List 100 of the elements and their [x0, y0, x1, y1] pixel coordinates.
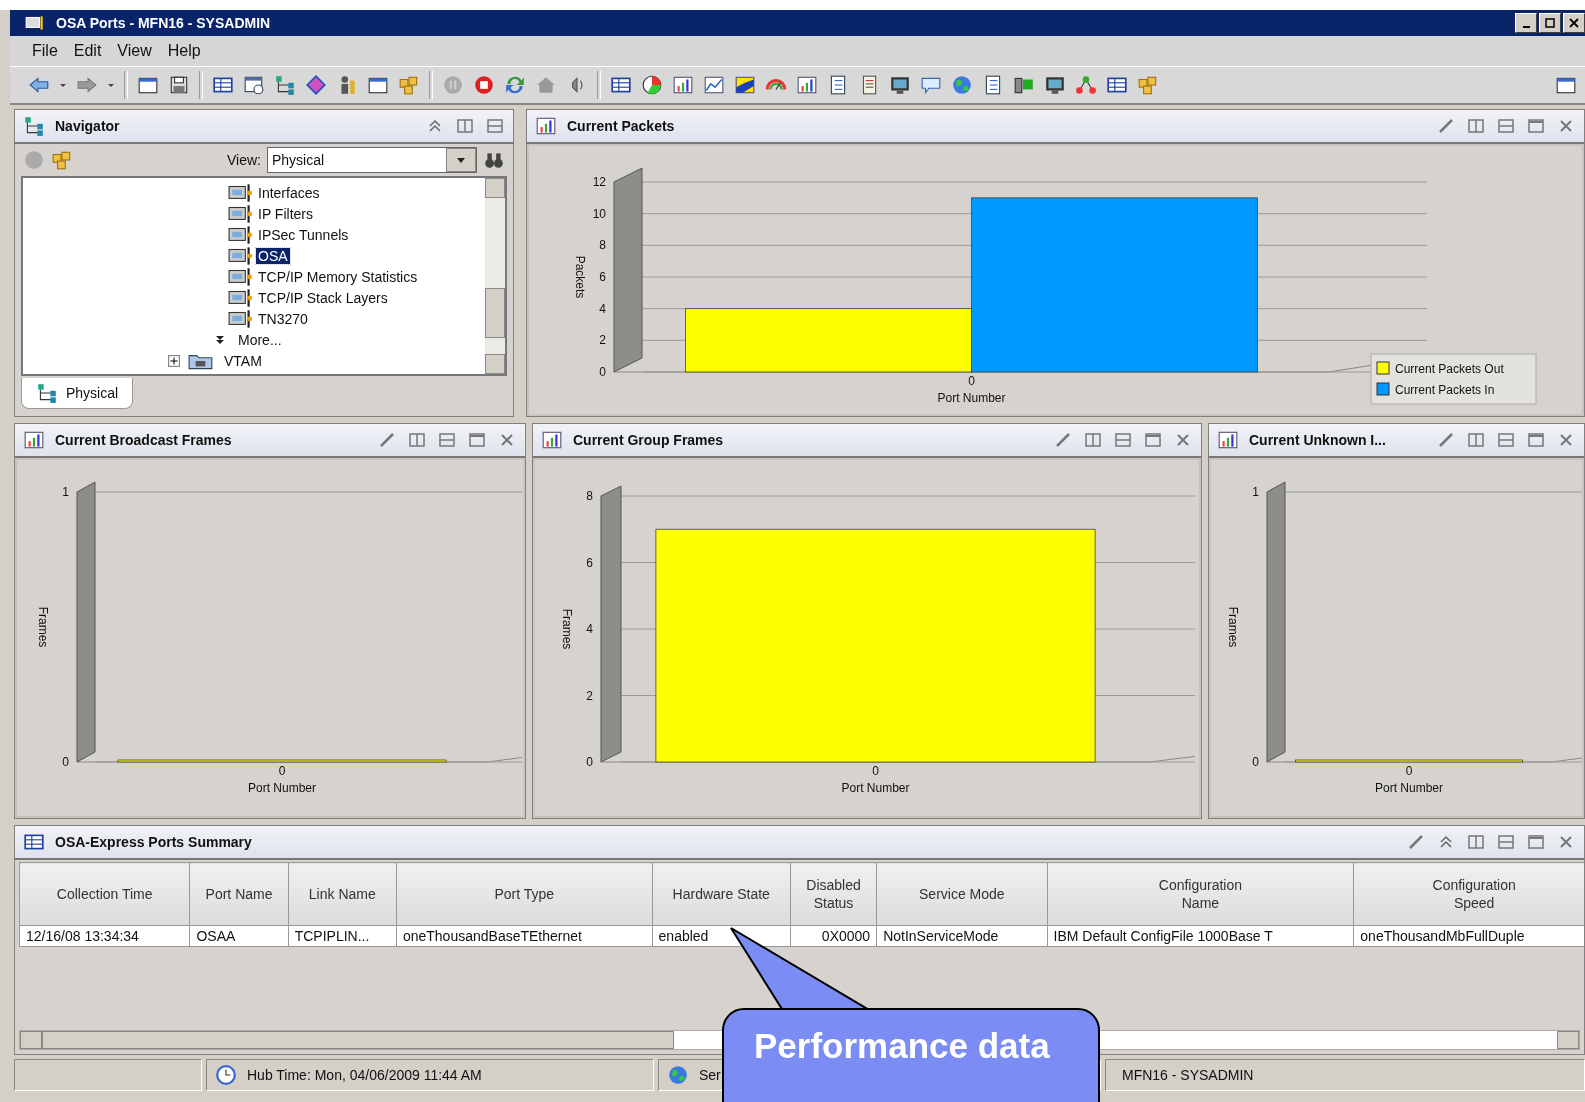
column-header[interactable]: Link Name — [288, 862, 397, 926]
minimize-button[interactable] — [1515, 13, 1537, 33]
axis-tick-label: 0 — [586, 755, 593, 769]
bar-chart-icon — [541, 429, 563, 451]
column-header[interactable]: Service Mode — [876, 862, 1048, 926]
tree-icon[interactable] — [274, 74, 296, 96]
tab[interactable]: Physical — [21, 378, 134, 409]
calendar-icon[interactable] — [243, 74, 265, 96]
split-vertical-icon[interactable] — [1466, 832, 1486, 852]
tree-item[interactable]: IP Filters — [256, 206, 315, 222]
table-cell: IBM Default ConfigFile 1000Base T — [1047, 925, 1354, 947]
axis-tick-label: 2 — [586, 688, 593, 703]
axis-tick-label: 0 — [599, 365, 606, 379]
axis-tick-label: 6 — [586, 555, 593, 570]
bar-chart-icon[interactable] — [796, 74, 818, 96]
tree-item[interactable]: TN3270 — [256, 311, 310, 327]
maximize-icon[interactable] — [1526, 832, 1546, 852]
stop-icon[interactable] — [473, 74, 495, 96]
split-vertical-icon[interactable] — [1466, 430, 1486, 450]
bar-chart-icon — [1217, 429, 1239, 451]
split-horizontal-icon[interactable] — [485, 116, 505, 136]
tree-icon — [36, 382, 58, 404]
tree-item[interactable]: VTAM — [222, 353, 264, 369]
node-icon — [228, 289, 254, 307]
diamond-icon[interactable] — [305, 74, 327, 96]
tree-item[interactable]: More... — [236, 332, 284, 348]
table-cell: oneThousandBaseTEthernet — [396, 925, 653, 947]
split-horizontal-icon[interactable] — [437, 430, 457, 450]
column-header[interactable]: Hardware State — [652, 862, 791, 926]
cubes-icon[interactable] — [398, 74, 420, 96]
double-arrow-icon — [214, 334, 226, 346]
pie-chart-icon[interactable] — [641, 74, 663, 96]
globe-icon — [667, 1064, 689, 1086]
panel-title: Current Group Frames — [573, 432, 724, 448]
menu-item[interactable]: File — [26, 40, 64, 62]
maximize-icon[interactable] — [467, 430, 487, 450]
menu-item[interactable]: Edit — [67, 40, 108, 62]
maximize-icon[interactable] — [1526, 430, 1546, 450]
cubes-icon[interactable] — [1137, 74, 1159, 96]
tree-item[interactable]: IPSec Tunnels — [256, 227, 351, 243]
x-axis-label: Port Number — [248, 781, 316, 795]
node-icon — [228, 310, 254, 328]
panel-title: Current Packets — [567, 118, 675, 134]
back-arrow-icon[interactable] — [28, 74, 50, 96]
column-header[interactable]: Disabled Status — [790, 862, 877, 926]
split-horizontal-icon[interactable] — [1496, 116, 1516, 136]
maximize-icon[interactable] — [1143, 430, 1163, 450]
globe-icon[interactable] — [951, 74, 973, 96]
node-icon — [228, 268, 254, 286]
bar-chart-icon — [535, 115, 557, 137]
tree-item[interactable]: Interfaces — [256, 185, 322, 201]
axis-tick-label: 0 — [968, 374, 975, 388]
tree-item[interactable]: OSA — [256, 248, 290, 264]
tree-item[interactable]: TCP/IP Stack Layers — [256, 290, 390, 306]
axis-tick-label: 0 — [872, 764, 879, 778]
monitor-icon[interactable] — [1044, 74, 1066, 96]
split-horizontal-icon[interactable] — [1496, 832, 1516, 852]
close-icon — [1569, 18, 1579, 28]
y-axis-label: Frames — [36, 606, 50, 648]
maximize-button[interactable] — [1539, 13, 1561, 33]
scrollbar[interactable] — [485, 178, 505, 374]
column-header[interactable]: Port Name — [189, 862, 289, 926]
split-vertical-icon[interactable] — [1083, 430, 1103, 450]
window-title: OSA Ports - MFN16 - SYSADMIN — [56, 15, 271, 31]
maximize-icon — [1545, 18, 1555, 28]
close-button[interactable] — [1563, 13, 1585, 33]
menu-item[interactable]: Help — [161, 40, 207, 62]
cubes-icon[interactable] — [51, 149, 73, 171]
split-vertical-icon[interactable] — [407, 430, 427, 450]
tree-item[interactable]: TCP/IP Memory Statistics — [256, 269, 420, 285]
column-header[interactable]: Configuration Speed — [1353, 862, 1584, 926]
axis-tick-label: 4 — [586, 622, 593, 636]
column-header[interactable]: Port Type — [396, 862, 653, 926]
forward-arrow-icon[interactable] — [76, 74, 98, 96]
bar-chart-icon[interactable] — [672, 74, 694, 96]
save-icon[interactable] — [168, 74, 190, 96]
table-cell: 12/16/08 13:34:34 — [19, 925, 190, 947]
axis-tick-label: 1 — [62, 485, 69, 499]
panel-title: Current Broadcast Frames — [55, 432, 232, 448]
line-chart-icon[interactable] — [703, 74, 725, 96]
column-header[interactable]: Collection Time — [19, 862, 190, 926]
split-horizontal-icon[interactable] — [1496, 430, 1516, 450]
maximize-icon[interactable] — [1526, 116, 1546, 136]
node-icon — [228, 184, 254, 202]
refresh-icon[interactable] — [504, 74, 526, 96]
expand-toggle[interactable] — [168, 355, 180, 367]
split-vertical-icon[interactable] — [1466, 116, 1486, 136]
axis-tick-label: 0 — [1405, 764, 1413, 778]
view-dropdown[interactable]: Physical — [267, 147, 477, 173]
y-axis-label: Frames — [560, 608, 574, 650]
axis-tick-label: 10 — [592, 206, 606, 221]
area-chart-icon[interactable] — [734, 74, 756, 96]
axis-tick-label: 1 — [1252, 485, 1259, 499]
split-vertical-icon[interactable] — [455, 116, 475, 136]
menu-item[interactable]: View — [111, 40, 158, 62]
folder-icon — [188, 352, 214, 370]
column-header[interactable]: Configuration Name — [1047, 862, 1354, 926]
monitor-icon[interactable] — [889, 74, 911, 96]
network-icon[interactable] — [1075, 74, 1097, 96]
split-horizontal-icon[interactable] — [1113, 430, 1133, 450]
